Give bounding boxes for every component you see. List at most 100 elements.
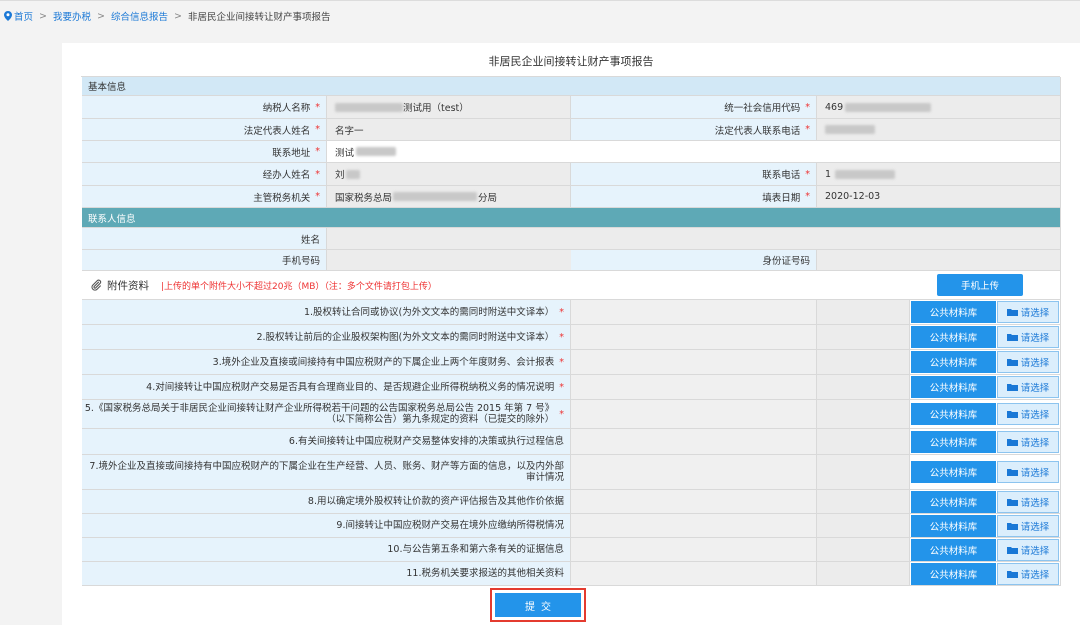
breadcrumb-home-link[interactable]: 首页: [14, 9, 33, 23]
contact-info-header: 联系人信息: [82, 208, 1061, 228]
attachment-file-field: [817, 350, 910, 375]
attachment-file-field: [817, 490, 910, 514]
choose-file-button[interactable]: 请选择: [997, 562, 1059, 585]
folder-icon: [1006, 522, 1018, 530]
legal-phone-field[interactable]: [817, 119, 1061, 141]
report-form: 基本信息 纳税人名称 * 测试用（test） 统一社会信用代码 * 469 法定代表…: [81, 76, 1061, 586]
breadcrumb-separator: >: [39, 10, 47, 22]
attachment-row: 1.股权转让合同或协议(为外文文本的需同时附送中文译本） * 公共材料库 请选择: [82, 300, 1061, 325]
contact-name-row: 姓名: [82, 228, 1061, 250]
attachment-file-field: [571, 562, 817, 586]
taxpayer-row: 纳税人名称 * 测试用（test） 统一社会信用代码 * 469: [82, 96, 1061, 119]
contact-mobile-label: 手机号码: [82, 250, 327, 271]
attachment-file-field: [817, 538, 910, 562]
choose-file-button[interactable]: 请选择: [997, 376, 1059, 398]
public-library-button[interactable]: 公共材料库: [911, 562, 996, 585]
attachment-label: 10.与公告第五条和第六条有关的证据信息: [82, 538, 571, 562]
attachment-label: 5.《国家税务总局关于非居民企业间接转让财产企业所得税若干问题的公告国家税务总局…: [82, 400, 571, 429]
contact-mobile-row: 手机号码 身份证号码: [82, 250, 1061, 271]
attachment-actions: 公共材料库 请选择: [910, 562, 1061, 586]
submit-button[interactable]: 提交: [495, 593, 581, 617]
credit-code-field[interactable]: 469: [817, 96, 1061, 119]
address-label: 联系地址 *: [82, 141, 327, 163]
contact-name-field[interactable]: [327, 228, 1061, 250]
legal-rep-field[interactable]: 名字一: [327, 119, 571, 141]
choose-file-button[interactable]: 请选择: [997, 430, 1059, 453]
attachment-row: 4.对间接转让中国应税财产交易是否具有合理商业目的、是否规避企业所得税纳税义务的…: [82, 375, 1061, 400]
choose-file-button[interactable]: 请选择: [997, 490, 1059, 513]
folder-icon: [1006, 546, 1018, 554]
address-input[interactable]: 测试: [327, 141, 1061, 163]
attachment-label: 7.境外企业及直接或间接持有中国应税财产的下属企业在生产经营、人员、账务、财产等…: [82, 455, 571, 490]
location-pin-icon: [4, 11, 12, 21]
paperclip-icon: [91, 279, 102, 291]
public-library-button[interactable]: 公共材料库: [911, 490, 996, 513]
folder-icon: [1006, 334, 1018, 341]
attachment-row: 6.有关间接转让中国应税财产交易整体安排的决策或执行过程信息 公共材料库 请选择: [82, 429, 1061, 455]
public-library-button[interactable]: 公共材料库: [911, 326, 996, 348]
folder-icon: [1006, 469, 1018, 476]
submit-highlight: 提交: [490, 588, 586, 622]
attachment-label: 11.税务机关要求报送的其他相关资料: [82, 562, 571, 586]
folder-icon: [1006, 411, 1018, 418]
taxpayer-name-label: 纳税人名称 *: [82, 96, 327, 119]
phone-field[interactable]: 1: [817, 163, 1061, 186]
handler-row: 经办人姓名 * 刘 联系电话 * 1: [82, 163, 1061, 186]
public-library-button[interactable]: 公共材料库: [911, 351, 996, 373]
attachment-label: 9.间接转让中国应税财产交易在境外应缴纳所得税情况: [82, 514, 571, 538]
attachment-label: 4.对间接转让中国应税财产交易是否具有合理商业目的、是否规避企业所得税纳税义务的…: [82, 375, 571, 400]
breadcrumb: 首页 > 我要办税 > 综合信息报告 > 非居民企业间接转让财产事项报告: [4, 9, 330, 23]
attachment-row: 9.间接转让中国应税财产交易在境外应缴纳所得税情况 公共材料库 请选择: [82, 514, 1061, 538]
fill-date-field: 2020-12-03: [817, 186, 1061, 208]
choose-file-button[interactable]: 请选择: [997, 301, 1059, 323]
public-library-button[interactable]: 公共材料库: [911, 376, 996, 398]
handler-field[interactable]: 刘: [327, 163, 571, 186]
contact-id-label: 身份证号码: [571, 250, 817, 271]
attachment-file-field: [817, 325, 910, 350]
breadcrumb-separator: >: [97, 10, 105, 22]
folder-icon: [1006, 438, 1018, 446]
attachment-file-field: [817, 514, 910, 538]
legal-phone-label: 法定代表人联系电话 *: [571, 119, 817, 141]
contact-section: 联系人信息: [82, 208, 1061, 228]
handler-label: 经办人姓名 *: [82, 163, 327, 186]
attachment-row: 3.境外企业及直接或间接持有中国应税财产的下属企业上两个年度财务、会计报表 * 公共…: [82, 350, 1061, 375]
folder-icon: [1006, 309, 1018, 316]
choose-file-button[interactable]: 请选择: [997, 326, 1059, 348]
attachment-label: 8.用以确定境外股权转让价款的资产评估报告及其他作价依据: [82, 490, 571, 514]
phone-label: 联系电话 *: [571, 163, 817, 186]
legal-rep-row: 法定代表人姓名 * 名字一 法定代表人联系电话 *: [82, 119, 1061, 141]
attachment-actions: 公共材料库 请选择: [910, 300, 1061, 325]
taxpayer-name-field[interactable]: 测试用（test）: [327, 96, 571, 119]
mobile-upload-button[interactable]: 手机上传: [937, 274, 1023, 296]
attachment-actions: 公共材料库 请选择: [910, 514, 1061, 538]
choose-file-button[interactable]: 请选择: [997, 403, 1059, 425]
attachment-label: 1.股权转让合同或协议(为外文文本的需同时附送中文译本） *: [82, 300, 571, 325]
choose-file-button[interactable]: 请选择: [997, 514, 1059, 537]
attachment-actions: 公共材料库 请选择: [910, 538, 1061, 562]
breadcrumb-current: 非居民企业间接转让财产事项报告: [187, 12, 331, 23]
public-library-button[interactable]: 公共材料库: [911, 514, 996, 537]
attachment-actions: 公共材料库 请选择: [910, 400, 1061, 429]
attachment-file-field: [571, 514, 817, 538]
basic-info-header: 基本信息: [82, 77, 1061, 96]
contact-name-label: 姓名: [82, 228, 327, 250]
public-library-button[interactable]: 公共材料库: [911, 430, 996, 453]
choose-file-button[interactable]: 请选择: [997, 351, 1059, 373]
public-library-button[interactable]: 公共材料库: [911, 301, 996, 323]
attachment-actions: 公共材料库 请选择: [910, 375, 1061, 400]
tax-office-row: 主管税务机关 * 国家税务总局 分局 填表日期 * 2020-12-03: [82, 186, 1061, 208]
choose-file-button[interactable]: 请选择: [997, 461, 1059, 483]
attachment-file-field: [571, 300, 817, 325]
breadcrumb-report-link[interactable]: 综合信息报告: [111, 9, 168, 23]
choose-file-button[interactable]: 请选择: [997, 538, 1059, 561]
tax-office-label: 主管税务机关 *: [82, 186, 327, 208]
public-library-button[interactable]: 公共材料库: [911, 403, 996, 425]
attachment-label: 6.有关间接转让中国应税财产交易整体安排的决策或执行过程信息: [82, 429, 571, 455]
attachments-size-note: |上传的单个附件大小不超过20兆（MB）（注：多个文件请打包上传）: [161, 281, 437, 292]
public-library-button[interactable]: 公共材料库: [911, 538, 996, 561]
contact-id-field[interactable]: [817, 250, 1061, 271]
public-library-button[interactable]: 公共材料库: [911, 461, 996, 483]
breadcrumb-tax-link[interactable]: 我要办税: [53, 9, 91, 23]
tax-office-field[interactable]: 国家税务总局 分局: [327, 186, 571, 208]
